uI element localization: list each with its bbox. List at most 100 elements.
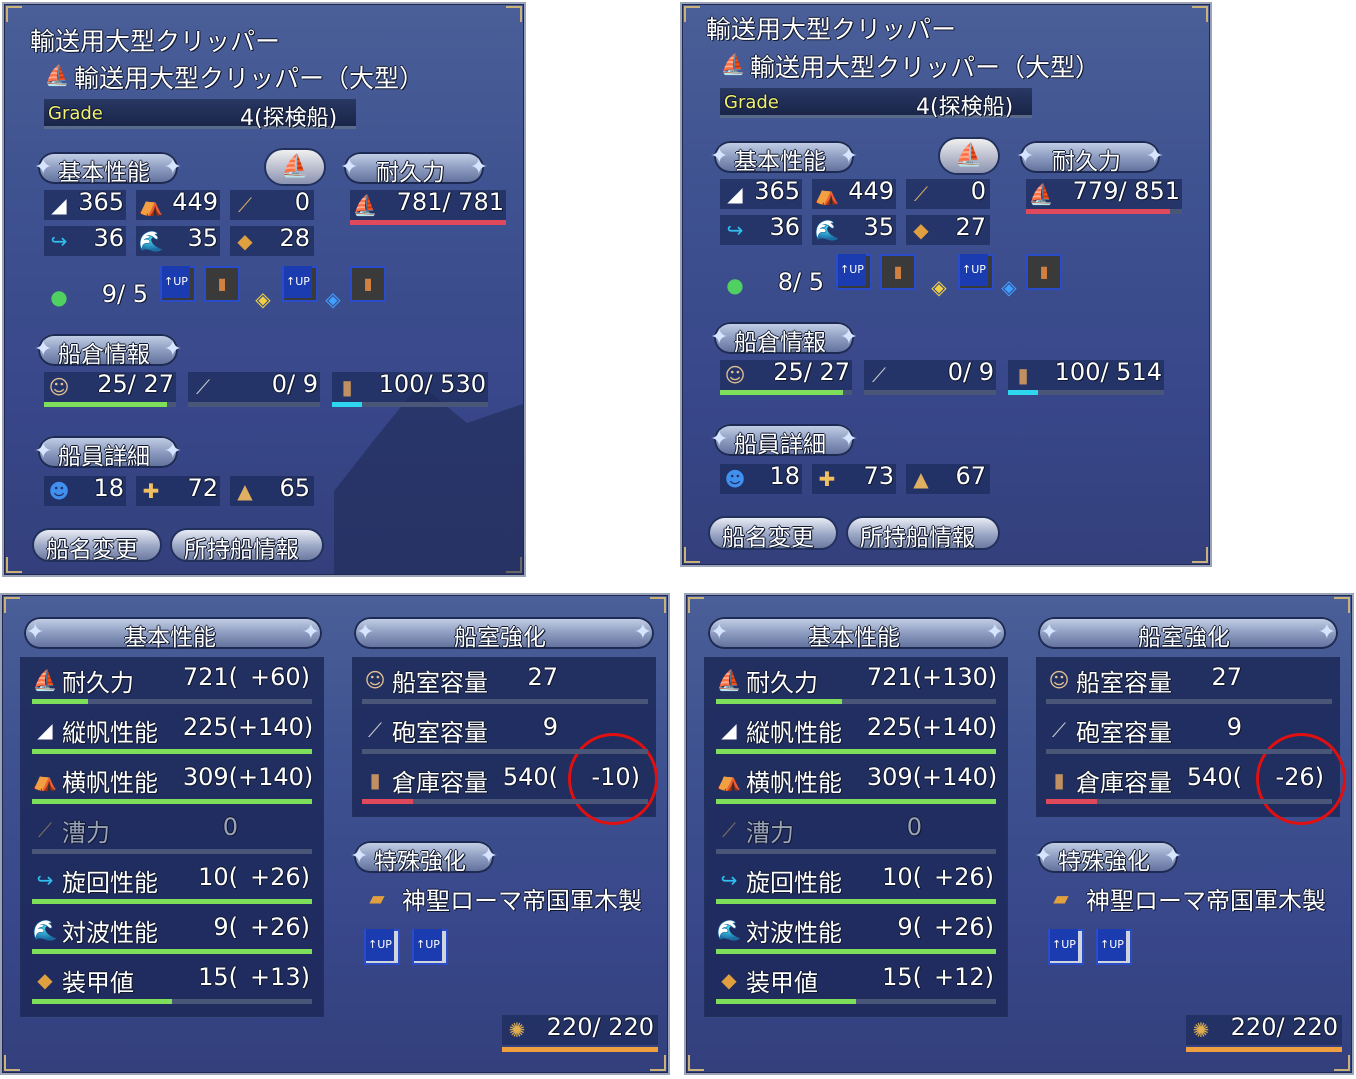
cannon-capacity: 0/ 9 <box>947 358 994 386</box>
crew-icon: ☺ <box>48 375 70 399</box>
cabin-value: 540( <box>502 763 558 791</box>
wave-icon: 🌊 <box>814 218 840 242</box>
stat-value: 0 <box>222 813 238 841</box>
cabin-value: 27 <box>527 663 558 691</box>
special-upgrade-slot-1[interactable]: ↑UPⅠ <box>364 929 400 965</box>
cabin-enhance-header: ✦ 船室強化 ✦ <box>354 617 654 651</box>
wave-icon: 🌊 <box>716 918 742 942</box>
crew-capacity: 25/ 27 <box>773 358 850 386</box>
crew-type-a: 18 <box>769 462 800 490</box>
stat-bonus: +26) <box>933 863 994 891</box>
rowing-value: 0 <box>970 177 986 205</box>
durability-bar <box>1026 209 1182 214</box>
special-upgrade-slot-2[interactable]: ↑UPⅡ <box>412 929 448 965</box>
wave-value: 35 <box>863 213 894 241</box>
grade-value: 4(探検船) <box>240 106 338 131</box>
cabin-bar <box>1046 749 1332 754</box>
grade-label: Grade <box>48 103 103 124</box>
armor-plank-icon: ◆ <box>913 218 929 242</box>
stat-bar <box>716 799 996 804</box>
worker-icon: ▲ <box>913 467 929 491</box>
crew-type-b: 73 <box>863 462 894 490</box>
vertical-sail-icon: ◢ <box>727 182 743 206</box>
basic-performance-header: ✦ 基本性能 ✦ <box>710 141 858 175</box>
stat-bonus: +26) <box>249 863 310 891</box>
upgrade-slot-3[interactable]: ↑UP☸ <box>282 266 318 302</box>
armor-plank-icon: ▰ <box>369 886 385 910</box>
stat-bar <box>716 949 996 954</box>
durability-bar <box>350 220 506 225</box>
crew-type-c: 67 <box>955 462 986 490</box>
stat-bar <box>32 749 312 754</box>
medal-icon: ● <box>50 285 68 309</box>
wave-value: 35 <box>187 224 218 252</box>
turn-arrow-icon: ↪ <box>720 868 738 892</box>
special-upgrade-slot-1[interactable]: ↑UPⅠ <box>1048 929 1084 965</box>
rename-ship-button[interactable]: 船名変更 <box>710 518 836 551</box>
stat-bar <box>32 999 312 1004</box>
background-castle-silhouette <box>334 384 524 575</box>
rename-ship-button[interactable]: 船名変更 <box>34 530 160 563</box>
stat-value: 225( <box>182 713 238 741</box>
ship-info-panel-a: 輸送用大型クリッパー ⛵ 輸送用大型クリッパー（大型） Grade 4(探検船)… <box>2 2 526 577</box>
ship-view-button[interactable]: ⛵ <box>940 139 998 173</box>
vertical-sail-icon: ◢ <box>51 193 67 217</box>
upgrade-slot-1[interactable]: ↑UP⚑ <box>160 266 196 302</box>
special-item-name: 神聖ローマ帝国軍木製 <box>1086 887 1326 915</box>
stat-label: 旋回性能 <box>62 869 158 897</box>
stat-bar <box>32 949 312 954</box>
upgrade-slot-3[interactable]: ↑UP☸ <box>958 254 994 290</box>
durability-header: ✦ 耐久力 ✦ <box>1016 141 1164 175</box>
stat-label: 対波性能 <box>746 919 842 947</box>
special-upgrade-slot-2[interactable]: ↑UPⅡ <box>1096 929 1132 965</box>
cabin-bar <box>362 799 648 804</box>
crew-icon: ☺ <box>364 668 386 692</box>
stat-value: 721( <box>182 663 238 691</box>
ship-type-title: 輸送用大型クリッパー <box>30 27 281 56</box>
upgrade-slot-4[interactable]: ▮ <box>1026 254 1062 290</box>
wave-icon: 🌊 <box>138 229 164 253</box>
special-item-name: 神聖ローマ帝国軍木製 <box>402 887 642 915</box>
ship-icon: ⛵ <box>1028 182 1054 206</box>
stat-bonus: +140) <box>922 763 998 791</box>
owned-ships-button[interactable]: 所持船情報 <box>848 518 998 551</box>
stat-bar <box>32 699 312 704</box>
stat-value: 9( <box>897 913 922 941</box>
barrel-icon: ▮ <box>1053 768 1065 792</box>
medal-icon: ◈ <box>931 275 947 299</box>
cabin-bar <box>362 699 648 704</box>
slot-count: 9/ 5 <box>101 280 148 308</box>
ship-enhance-panel-c: ✦ 基本性能 ✦ ✦ 船室強化 ✦ ✦ 特殊強化 ✦ ▰ 神聖ローマ帝国軍木製 … <box>0 593 670 1075</box>
stat-bonus: +12) <box>933 963 994 991</box>
sail-vertical-value: 365 <box>78 188 124 216</box>
wave-icon: 🌊 <box>32 918 58 942</box>
upgrade-slot-4[interactable]: ▮ <box>350 266 386 302</box>
medal-icon: ● <box>726 273 744 297</box>
armor-plank-icon: ◆ <box>721 968 737 992</box>
upgrade-slot-2[interactable]: ▮ <box>880 254 916 290</box>
storage-capacity: 100/ 514 <box>1054 358 1162 386</box>
ship-icon: ⛵ <box>44 63 70 87</box>
stat-label: 装甲値 <box>746 969 818 997</box>
basic-performance-header: ✦ 基本性能 ✦ <box>34 152 182 186</box>
barrel-icon: ▮ <box>341 375 353 399</box>
upgrade-slot-1[interactable]: ↑UP⚑ <box>836 254 872 290</box>
stat-label: 横帆性能 <box>62 769 158 797</box>
owned-ships-button[interactable]: 所持船情報 <box>172 530 322 563</box>
crew-type-b: 72 <box>187 474 218 502</box>
stat-value: 15( <box>882 963 922 991</box>
ship-icon: ⛵ <box>32 668 58 692</box>
vertical-sail-icon: ◢ <box>37 718 53 742</box>
armor-value: 28 <box>279 224 310 252</box>
stat-bar <box>716 899 996 904</box>
stat-bar <box>716 849 996 854</box>
cargo-info-header: ✦ 船倉情報 ✦ <box>710 322 858 356</box>
cannon-icon: ⟋ <box>368 718 382 742</box>
stat-bonus: +130) <box>922 663 998 691</box>
sail-vertical-value: 365 <box>754 177 800 205</box>
armor-value: 27 <box>955 213 986 241</box>
upgrade-slot-2[interactable]: ▮ <box>204 266 240 302</box>
sailor-icon: ☻ <box>48 479 70 503</box>
turning-value: 36 <box>769 213 800 241</box>
ship-view-button[interactable]: ⛵ <box>266 150 324 184</box>
